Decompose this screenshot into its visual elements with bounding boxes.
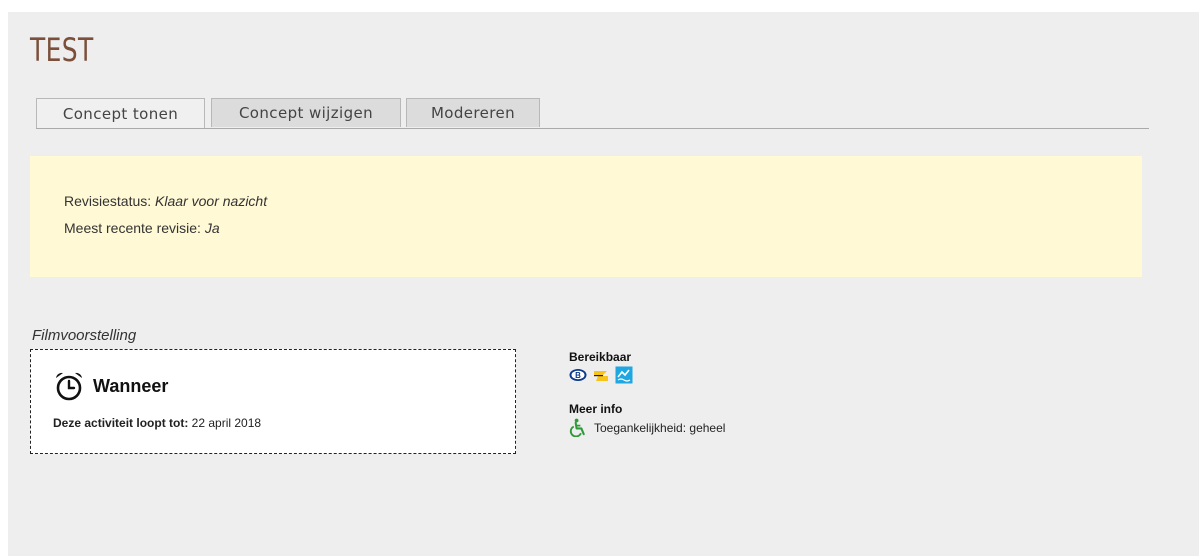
when-heading: Wanneer bbox=[93, 376, 169, 396]
latest-revision-line: Meest recente revisie: Ja bbox=[64, 220, 220, 236]
revision-status-line: Revisiestatus: Klaar voor nazicht bbox=[64, 193, 267, 209]
runs-until-label: Deze activiteit loopt tot: bbox=[53, 416, 189, 430]
alarm-clock-icon bbox=[56, 372, 82, 401]
transport-icons: B bbox=[569, 366, 633, 384]
latest-revision-label: Meest recente revisie: bbox=[64, 220, 205, 236]
wheelchair-icon bbox=[569, 418, 585, 437]
page-container: TEST Concept tonen Concept wijzigen Mode… bbox=[8, 12, 1199, 556]
revision-status-label: Revisiestatus: bbox=[64, 193, 156, 209]
nmbs-train-icon[interactable]: B bbox=[569, 366, 587, 384]
accessibility-text: Toegankelijkheid: geheel bbox=[594, 420, 726, 435]
runs-until-value: 22 april 2018 bbox=[188, 416, 262, 430]
latest-revision-value: Ja bbox=[204, 220, 220, 236]
tab-bar: Concept tonen Concept wijzigen Modereren bbox=[36, 98, 1149, 129]
tab-concept-tonen[interactable]: Concept tonen bbox=[36, 98, 205, 128]
revision-status-box: Revisiestatus: Klaar voor nazicht Meest … bbox=[30, 156, 1142, 277]
waterbus-icon[interactable] bbox=[615, 366, 633, 384]
revision-status-value: Klaar voor nazicht bbox=[155, 193, 268, 209]
tab-concept-wijzigen[interactable]: Concept wijzigen bbox=[211, 98, 401, 127]
runs-until-line: Deze activiteit loopt tot: 22 april 2018 bbox=[53, 416, 261, 430]
when-box: Wanneer Deze activiteit loopt tot: 22 ap… bbox=[30, 349, 516, 454]
tab-modereren[interactable]: Modereren bbox=[406, 98, 540, 127]
more-info-heading: Meer info bbox=[569, 402, 623, 416]
event-type-label: Filmvoorstelling bbox=[32, 327, 137, 344]
accessibility-row: Toegankelijkheid: geheel bbox=[569, 418, 725, 437]
page-title: TEST bbox=[30, 31, 94, 69]
reachable-heading: Bereikbaar bbox=[569, 350, 632, 364]
bus-icon[interactable] bbox=[592, 366, 610, 384]
svg-text:B: B bbox=[575, 371, 581, 380]
